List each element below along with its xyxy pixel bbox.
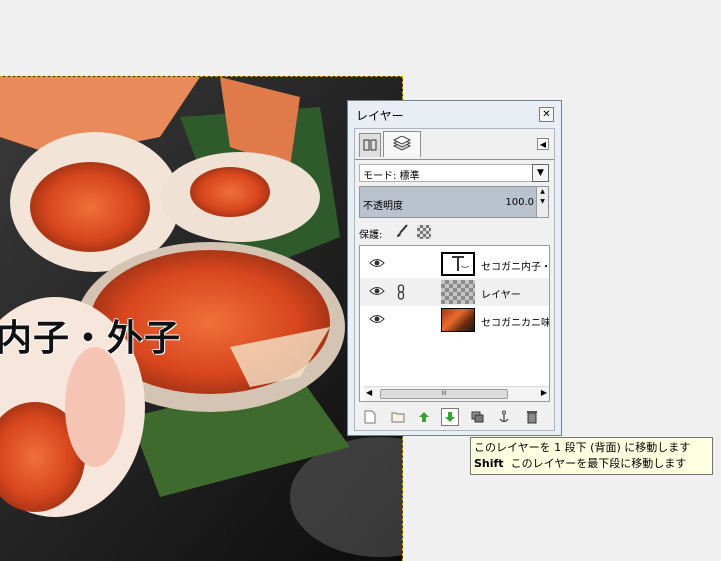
layer-button-bar xyxy=(359,408,551,426)
close-icon[interactable]: ✕ xyxy=(539,107,554,122)
tooltip-shift-key: Shift xyxy=(474,457,504,470)
alpha-lock-icon[interactable] xyxy=(417,225,431,239)
chain-icon[interactable] xyxy=(397,284,405,300)
text-layer-thumbnail xyxy=(441,252,475,276)
mode-label: モード: 標準 xyxy=(363,171,420,182)
layer-row[interactable]: セコガニカニ味噌 xyxy=(360,306,549,334)
scroll-thumb[interactable]: III xyxy=(380,389,508,399)
opacity-slider[interactable]: 不透明度 100.0 ▲ ▼ xyxy=(359,186,549,218)
horizontal-scrollbar[interactable]: ◀ III ▶ xyxy=(364,386,549,401)
duplicate-layer-button[interactable] xyxy=(469,408,487,426)
arrow-down-icon xyxy=(445,412,455,422)
image-canvas[interactable]: 内子・外子 xyxy=(0,76,403,561)
tooltip-line2: Shift このレイヤーを最下段に移動します xyxy=(474,456,709,472)
new-layer-icon xyxy=(364,410,376,424)
layers-tab[interactable] xyxy=(383,131,421,157)
opacity-label: 不透明度 xyxy=(363,201,403,212)
trash-icon xyxy=(527,411,537,424)
new-layer-button[interactable] xyxy=(361,408,379,426)
paths-icon xyxy=(363,139,377,151)
photo-layer-thumbnail xyxy=(441,308,475,332)
tooltip-line1: このレイヤーを 1 段下 (背面) に移動します xyxy=(474,441,691,454)
dialog-title: レイヤー xyxy=(356,109,404,123)
layer-row[interactable]: レイヤー xyxy=(360,278,549,306)
eye-icon[interactable] xyxy=(369,286,385,296)
mode-select[interactable]: モード: 標準 ▼ xyxy=(359,164,549,182)
new-layer-group-button[interactable] xyxy=(389,408,407,426)
delete-layer-button[interactable] xyxy=(523,408,541,426)
paths-tab[interactable] xyxy=(359,133,381,157)
tooltip: このレイヤーを 1 段下 (背面) に移動します Shift このレイヤーを最下… xyxy=(470,437,713,475)
tab-menu-icon[interactable]: ◀ xyxy=(537,138,549,150)
eye-icon[interactable] xyxy=(369,314,385,324)
raise-layer-button[interactable] xyxy=(415,408,433,426)
chevron-down-icon[interactable]: ▼ xyxy=(532,164,549,182)
arrow-up-icon xyxy=(419,412,429,422)
dialog-body: ◀ モード: 標準 ▼ 不透明度 100.0 ▲ ▼ 保護: セコガニ内子 レイ… xyxy=(354,128,555,431)
transparent-layer-thumbnail xyxy=(441,280,475,304)
tooltip-line2-text: このレイヤーを最下段に移動します xyxy=(510,457,687,470)
lower-layer-button[interactable] xyxy=(441,408,459,426)
canvas-overlay-text: 内子・外子 xyxy=(0,317,182,359)
lock-label: 保護: xyxy=(359,230,383,241)
layers-dialog: レイヤー ✕ ◀ モード: 標準 ▼ 不透明度 100.0 ▲ ▼ 保護: セコ… xyxy=(347,100,562,436)
layer-name[interactable]: セコガニ内子・外子 xyxy=(481,258,549,273)
brush-icon[interactable] xyxy=(395,224,409,238)
scroll-left-icon[interactable]: ◀ xyxy=(366,388,372,397)
anchor-layer-button[interactable] xyxy=(495,408,513,426)
opacity-value[interactable]: 100.0 xyxy=(505,197,534,208)
scroll-right-icon[interactable]: ▶ xyxy=(541,388,547,397)
layer-list: セコガニ内子・外子 レイヤー セコガニカニ味噌 xyxy=(359,245,550,402)
text-layer-icon xyxy=(452,256,470,271)
layer-row[interactable]: セコガニ内子・外子 xyxy=(360,250,549,278)
layers-icon xyxy=(392,135,412,151)
layer-name[interactable]: レイヤー xyxy=(481,286,549,301)
anchor-icon xyxy=(499,410,509,423)
tab-divider xyxy=(355,159,554,160)
eye-icon[interactable] xyxy=(369,258,385,268)
opacity-spin-button[interactable]: ▲ ▼ xyxy=(536,187,548,217)
layer-name[interactable]: セコガニカニ味噌 xyxy=(481,314,549,329)
duplicate-icon xyxy=(471,411,484,423)
folder-icon xyxy=(391,412,405,423)
